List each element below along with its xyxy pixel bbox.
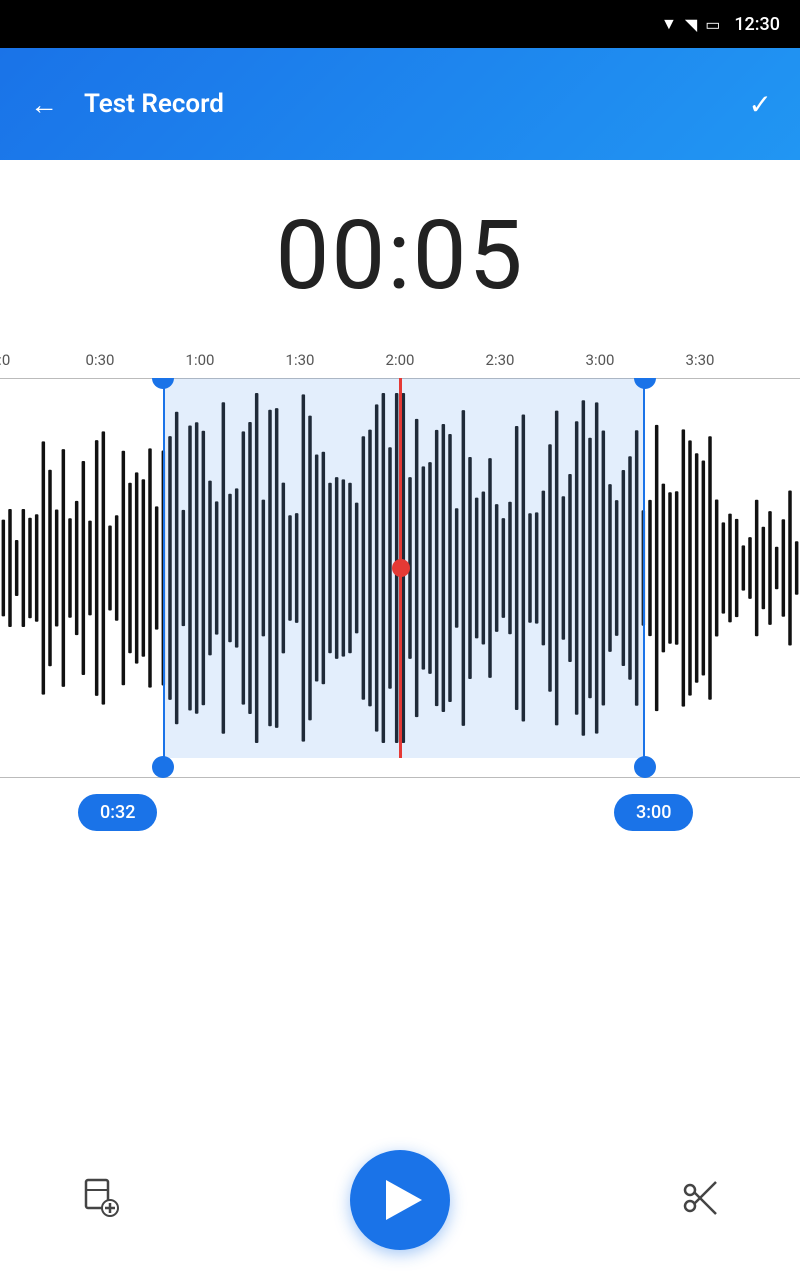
bottom-line — [0, 777, 800, 778]
add-clip-button[interactable] — [80, 1178, 120, 1222]
start-time-badge: 0:32 — [78, 794, 157, 831]
app-bar: ← Test Record ✓ — [0, 48, 800, 160]
right-handle-bottom[interactable] — [634, 756, 656, 778]
ruler-label: 2:30 — [486, 351, 515, 369]
battery-icon: ▭ — [705, 15, 720, 34]
play-triangle-icon — [386, 1180, 422, 1220]
status-time: 12:30 — [734, 14, 780, 35]
ruler-label: 1:00 — [186, 351, 215, 369]
left-handle-bottom[interactable] — [152, 756, 174, 778]
playhead-dot[interactable] — [392, 559, 410, 577]
app-title: Test Record — [84, 89, 741, 119]
timer-section: 00:05 — [0, 160, 800, 332]
ruler-label: 2:00 — [386, 351, 415, 369]
confirm-button[interactable]: ✓ — [741, 80, 780, 129]
back-button[interactable]: ← — [20, 80, 68, 129]
ruler-label: 0:30 — [86, 351, 115, 369]
scissors-button[interactable] — [680, 1178, 720, 1222]
timer-display: 00:05 — [275, 200, 524, 312]
play-button[interactable] — [350, 1150, 450, 1250]
playhead[interactable] — [399, 378, 402, 758]
waveform-canvas[interactable] — [0, 378, 800, 778]
ruler-label: 1:30 — [286, 351, 315, 369]
time-ruler: 0:0 0:30 1:00 1:30 2:00 2:30 3:00 3:30 — [0, 342, 800, 378]
ruler-label: 3:30 — [686, 351, 715, 369]
bottom-toolbar — [0, 1120, 800, 1280]
ruler-label: 3:00 — [586, 351, 615, 369]
wifi-icon: ▼ — [661, 14, 677, 34]
status-bar: ▼ ◥ ▭ 12:30 — [0, 0, 800, 48]
waveform-section: 0:00:301:001:302:002:303:003:30 0:32 3:0… — [0, 342, 800, 802]
time-labels-row: 0:32 3:00 — [0, 786, 800, 846]
ruler-label: 0:0 — [0, 351, 10, 369]
end-time-badge: 3:00 — [614, 794, 693, 831]
signal-icon: ◥ — [685, 15, 697, 34]
